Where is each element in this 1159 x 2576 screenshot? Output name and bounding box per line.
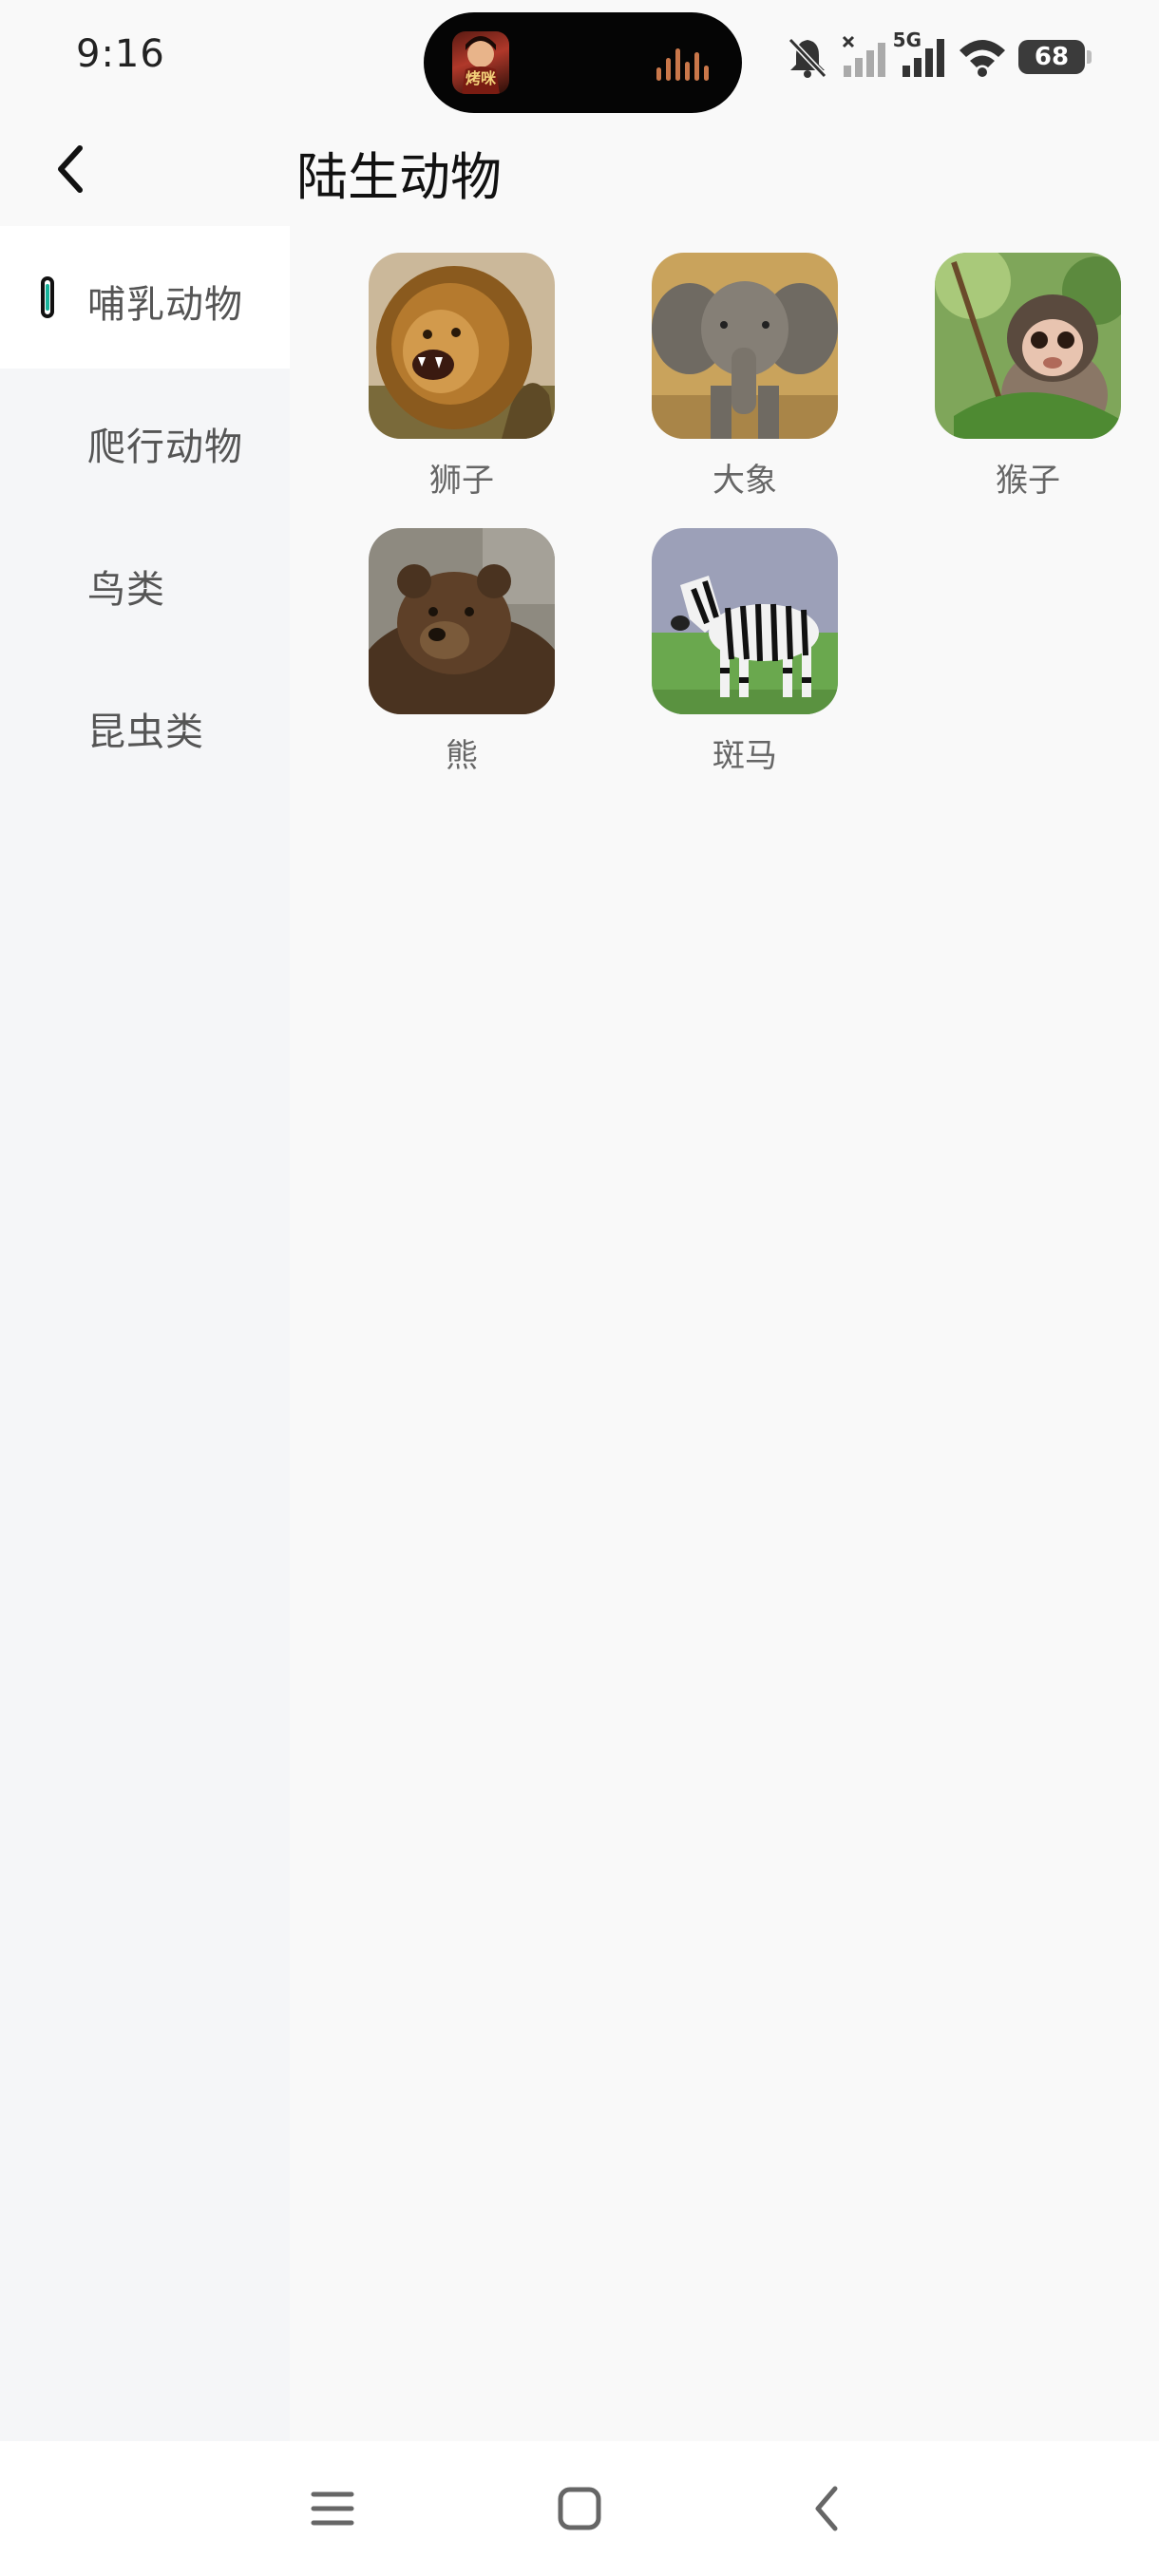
back-button[interactable]: [38, 131, 104, 207]
sidebar-item-label: 昆虫类: [87, 710, 204, 754]
animal-card-bear[interactable]: 熊: [331, 502, 559, 775]
battery-indicator: 68: [1018, 40, 1092, 74]
status-bar: 9:16 烤咪 5G 68: [0, 0, 1159, 114]
mute-bell-icon: [788, 37, 827, 78]
bear-photo: [369, 528, 555, 714]
lion-photo: [369, 253, 555, 439]
sidebar-item-label: 哺乳动物: [87, 283, 243, 327]
island-app-label: 烤咪: [465, 69, 496, 87]
active-indicator: [41, 276, 54, 318]
chevron-left-icon: [58, 145, 83, 193]
chevron-left-icon: [815, 2486, 838, 2531]
wifi-icon: [960, 40, 1005, 77]
menu-icon: [311, 2491, 354, 2526]
home-button[interactable]: [546, 2475, 613, 2542]
animal-card-monkey[interactable]: 猴子: [897, 226, 1125, 500]
animal-card-lion[interactable]: 狮子: [331, 226, 559, 500]
animal-label: 猴子: [996, 462, 1060, 500]
signal-no-sim-icon: [842, 35, 885, 77]
page-title: 陆生动物: [296, 147, 502, 207]
animal-card-zebra[interactable]: 斑马: [614, 502, 842, 775]
island-app-icon[interactable]: 烤咪: [452, 31, 509, 94]
sidebar-item-birds[interactable]: 鸟类: [0, 511, 290, 653]
battery-tip: [1087, 50, 1092, 64]
sidebar-item-label: 爬行动物: [87, 426, 243, 469]
animal-label: 大象: [712, 462, 777, 500]
animal-label: 狮子: [429, 462, 494, 500]
sidebar-item-mammals[interactable]: 哺乳动物: [0, 226, 290, 369]
monkey-photo: [935, 253, 1121, 439]
animal-label: 熊: [446, 737, 478, 775]
animal-label: 斑马: [712, 737, 777, 775]
status-icons: 68: [785, 28, 1092, 85]
sidebar-item-reptiles[interactable]: 爬行动物: [0, 369, 290, 511]
audio-wave-icon: [656, 48, 713, 81]
status-time: 9:16: [76, 32, 165, 76]
elephant-photo: [652, 253, 838, 439]
signal-strength-icon: [902, 39, 944, 77]
sidebar-item-label: 鸟类: [87, 568, 165, 612]
animal-card-elephant[interactable]: 大象: [614, 226, 842, 500]
home-square-icon: [558, 2487, 601, 2530]
zebra-photo: [652, 528, 838, 714]
sidebar-item-insects[interactable]: 昆虫类: [0, 653, 290, 796]
header: 陆生动物: [0, 114, 1159, 226]
system-nav-bar: [0, 2441, 1159, 2576]
category-sidebar: 哺乳动物 爬行动物 鸟类 昆虫类: [0, 226, 290, 2441]
battery-level: 68: [1034, 43, 1070, 71]
recent-apps-button[interactable]: [299, 2475, 366, 2542]
dynamic-island[interactable]: 烤咪: [424, 12, 742, 113]
system-back-button[interactable]: [793, 2475, 860, 2542]
screen: 9:16 烤咪 5G 68 陆生动物 哺乳动物 爬行动物 鸟类 昆虫类 狮子 大…: [0, 0, 1159, 2576]
